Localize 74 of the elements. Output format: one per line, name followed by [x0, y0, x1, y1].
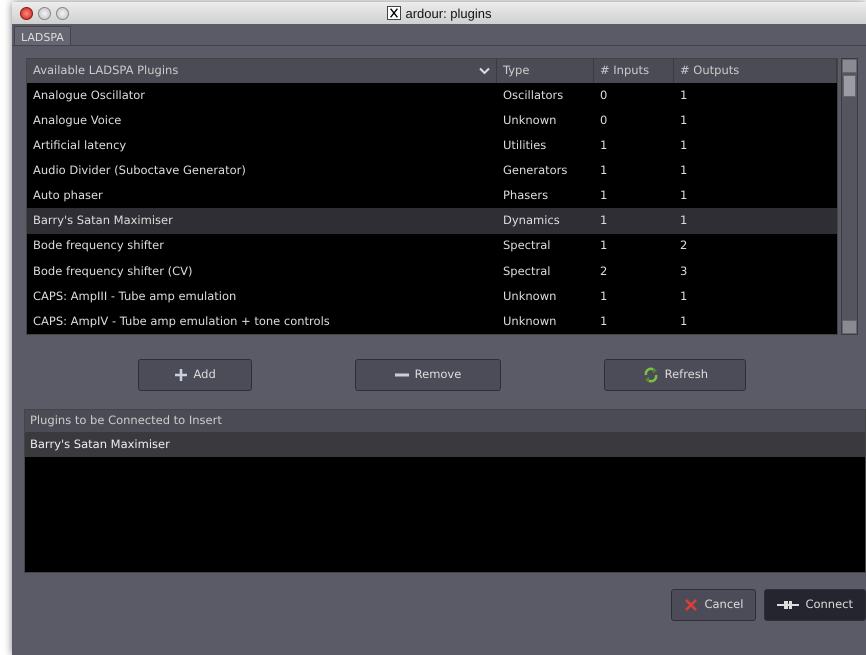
table-cell-text: Bode frequency shifter [32, 237, 165, 254]
table-cell-text: 1 [679, 212, 688, 230]
table-cell-text: Analogue Oscillator [32, 86, 146, 104]
table-cell-text: 1 [679, 112, 688, 130]
table-cell-text: Analogue Voice [32, 112, 122, 130]
scrollbar[interactable] [841, 58, 858, 335]
zoom-button[interactable] [56, 6, 69, 20]
table-cell-text: Unknown [502, 112, 558, 130]
table-cell-text: CAPS: AmpIV - Tube amp emulation + tone controls [32, 312, 331, 330]
table-cell-text: Artificial latency [32, 137, 128, 154]
refresh-icon [642, 366, 659, 383]
table-row[interactable]: Artificial latency Utilities 1 1 [27, 133, 837, 158]
refresh-button[interactable]: Refresh [604, 358, 746, 391]
table-row[interactable]: Audio Divider (Suboctave Generator) Generators 1 1 [27, 158, 837, 184]
list-item[interactable]: Barry's Satan Maximiser [25, 432, 865, 457]
table-cell-text: 1 [679, 86, 688, 104]
table-cell-text: 1 [599, 212, 608, 230]
table-cell-text: 1 [599, 288, 608, 305]
column-header[interactable]: Type [497, 59, 594, 83]
table-cell-text: 1 [679, 288, 688, 305]
table-cell-text: 0 [599, 112, 608, 130]
table-cell-text: Oscillators [502, 86, 564, 104]
table-row[interactable]: CAPS: AmpIII - Tube amp emulation Unknown 1 1 [27, 284, 837, 309]
cross-icon [684, 598, 698, 612]
minus-icon [394, 372, 409, 377]
table-cell-text: Utilities [502, 137, 548, 154]
table-cell-text: Barry's Satan Maximiser [32, 212, 174, 230]
table-cell-text: 1 [679, 137, 688, 154]
add-button[interactable]: Add [138, 358, 252, 391]
table-cell-text: 1 [599, 312, 608, 330]
plug-icon [777, 600, 800, 610]
plus-icon [174, 368, 188, 382]
column-header: Plugins to be Connected to Insert [25, 410, 865, 432]
minimize-button[interactable] [38, 6, 51, 20]
cancel-button[interactable]: Cancel [671, 588, 756, 621]
table-cell-text: 0 [599, 86, 608, 104]
table-row[interactable]: CAPS: AmpIV - Tube amp emulation + tone controls Unknown 1 1 [27, 308, 837, 334]
column-header[interactable]: # Inputs [594, 59, 674, 83]
table-cell-text: Unknown [502, 288, 558, 305]
table-cell-text: Audio Divider (Suboctave Generator) [32, 162, 247, 180]
table-row[interactable]: Analogue Oscillator Oscillators 0 1 [27, 83, 837, 108]
table-cell-text: 1 [599, 237, 608, 254]
column-header[interactable]: Available LADSPA Plugins [33, 62, 178, 80]
table-cell-text: 1 [599, 187, 608, 204]
table-cell-text: Dynamics [502, 212, 561, 230]
table-cell-text: Bode frequency shifter (CV) [32, 262, 194, 280]
table-cell-text: 1 [679, 187, 688, 204]
table-row[interactable]: Barry's Satan Maximiser Dynamics 1 1 [27, 208, 837, 234]
close-button[interactable] [20, 6, 33, 20]
tab[interactable]: LADSPA [14, 26, 71, 45]
table-row[interactable]: Analogue Voice Unknown 0 1 [27, 108, 837, 134]
column-header[interactable]: # Outputs [674, 59, 837, 83]
chevron-down-icon[interactable] [479, 67, 490, 75]
table-cell-text: 1 [679, 312, 688, 330]
x-logo-icon [386, 6, 400, 20]
table-cell-text: 1 [599, 162, 608, 180]
table-cell-text: 2 [679, 237, 688, 254]
table-row[interactable]: Auto phaser Phasers 1 1 [27, 183, 837, 208]
table-cell-text: Spectral [502, 262, 552, 280]
table-cell-text: 1 [679, 162, 688, 180]
table-cell-text: Phasers [502, 187, 550, 204]
table-row[interactable]: Bode frequency shifter (CV) Spectral 2 3 [27, 258, 837, 284]
window-title: ardour: plugins [406, 6, 492, 20]
table-cell-text: Generators [502, 162, 568, 180]
table-row[interactable]: Bode frequency shifter Spectral 1 2 [27, 234, 837, 259]
table-cell-text: 1 [599, 137, 608, 154]
table-cell-text: 2 [599, 262, 608, 280]
connect-button[interactable]: Connect [764, 588, 866, 621]
table-cell-text: CAPS: AmpIII - Tube amp emulation [32, 288, 238, 305]
table-cell-text: Spectral [502, 237, 552, 254]
table-cell-text: Unknown [502, 312, 558, 330]
table-cell-text: Auto phaser [32, 187, 104, 204]
remove-button[interactable]: Remove [354, 358, 501, 391]
table-cell-text: 3 [679, 262, 688, 280]
